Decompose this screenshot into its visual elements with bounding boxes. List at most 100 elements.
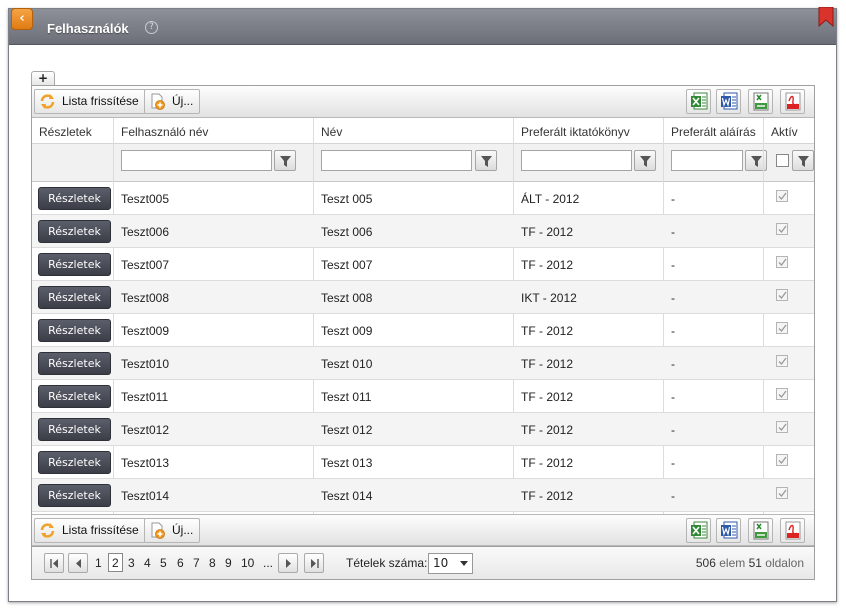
pager: 1 2 3 4 5 6 7 8 9 10 ... Tételek száma: … — [31, 547, 815, 580]
word-export-button[interactable] — [716, 89, 741, 114]
refresh-list-button-bottom[interactable]: Lista frissítése — [34, 518, 146, 543]
help-icon[interactable]: ? — [145, 21, 158, 34]
cell-username: Teszt011 — [121, 390, 169, 404]
cell-signature: - — [671, 225, 675, 239]
cell-registry: IKT - 2012 — [521, 291, 577, 305]
first-page-button[interactable] — [44, 553, 64, 573]
row-details-button[interactable]: Részletek — [38, 187, 111, 210]
word-export-button-bottom[interactable] — [716, 518, 741, 543]
table-row: Részletek Teszt010 Teszt 010 TF - 2012 - — [32, 347, 814, 380]
name-filter-button[interactable] — [475, 150, 497, 171]
last-page-button[interactable] — [304, 553, 324, 573]
page-link[interactable]: 6 — [177, 556, 184, 570]
row-details-button[interactable]: Részletek — [38, 451, 111, 474]
registry-filter-input[interactable] — [521, 150, 632, 171]
row-details-button[interactable]: Részletek — [38, 286, 111, 309]
cell-name: Teszt 007 — [321, 258, 373, 272]
new-document-icon — [151, 522, 165, 539]
name-filter-input[interactable] — [321, 150, 472, 171]
page-link[interactable]: 10 — [241, 556, 254, 570]
new-document-icon — [151, 93, 165, 110]
active-checkbox — [776, 223, 788, 235]
table-row: Részletek Teszt008 Teszt 008 IKT - 2012 … — [32, 281, 814, 314]
signature-filter-input[interactable] — [671, 150, 743, 171]
page-link[interactable]: 9 — [225, 556, 232, 570]
active-checkbox — [776, 421, 788, 433]
check-icon — [778, 423, 787, 431]
cell-username: Teszt010 — [121, 357, 170, 371]
new-user-label: Új... — [172, 523, 194, 537]
row-details-button[interactable]: Részletek — [38, 220, 111, 243]
pdf-export-button-bottom[interactable] — [780, 518, 805, 543]
total-pages: 51 — [748, 556, 762, 570]
back-button[interactable]: ‹ — [11, 8, 33, 30]
add-tab-button[interactable]: + — [31, 71, 55, 86]
users-grid: Lista frissítése Új... Részletek Felhasz… — [31, 85, 815, 547]
refresh-list-button[interactable]: Lista frissítése — [34, 89, 146, 114]
more-pages-link[interactable]: ... — [263, 556, 273, 570]
window-title: Felhasználók — [47, 21, 129, 36]
table-row: Részletek Teszt013 Teszt 013 TF - 2012 - — [32, 446, 814, 479]
pages-word: oldalon — [765, 556, 804, 570]
excel-export-button-bottom[interactable] — [686, 518, 711, 543]
page-link[interactable]: 7 — [193, 556, 200, 570]
active-filter-checkbox[interactable] — [776, 154, 789, 167]
row-details-button[interactable]: Részletek — [38, 352, 111, 375]
page-link[interactable]: 4 — [144, 556, 151, 570]
check-icon — [778, 291, 787, 299]
header-active[interactable]: Aktív — [771, 125, 798, 139]
row-details-button[interactable]: Részletek — [38, 418, 111, 441]
bottom-toolbar: Lista frissítése Új... — [32, 514, 814, 546]
header-name[interactable]: Név — [321, 125, 342, 139]
row-details-button[interactable]: Részletek — [38, 253, 111, 276]
cell-signature: - — [671, 192, 675, 206]
filter-row — [32, 144, 814, 182]
csv-export-icon — [753, 92, 769, 111]
page-link[interactable]: 5 — [160, 556, 167, 570]
page-size-select[interactable]: 10 — [428, 553, 473, 574]
row-details-button[interactable]: Részletek — [38, 385, 111, 408]
username-filter-button[interactable] — [274, 150, 296, 171]
top-toolbar: Lista frissítése Új... — [32, 86, 814, 118]
chevron-down-icon — [460, 561, 468, 566]
pdf-export-button[interactable] — [780, 89, 805, 114]
cell-name: Teszt 012 — [321, 423, 373, 437]
column-header-row: Részletek Felhasználó név Név Preferált … — [32, 118, 814, 144]
filter-icon — [280, 156, 291, 167]
cell-registry: TF - 2012 — [521, 390, 574, 404]
table-row: Részletek Teszt007 Teszt 007 TF - 2012 - — [32, 248, 814, 281]
cell-signature: - — [671, 324, 675, 338]
active-checkbox — [776, 322, 788, 334]
bookmark-icon[interactable] — [818, 7, 834, 27]
cell-username: Teszt014 — [121, 489, 170, 503]
new-user-button-bottom[interactable]: Új... — [144, 518, 201, 543]
excel-export-button[interactable] — [686, 89, 711, 114]
cell-name: Teszt 014 — [321, 489, 373, 503]
pdf-export-icon — [785, 92, 801, 111]
new-user-button[interactable]: Új... — [144, 89, 201, 114]
row-details-button[interactable]: Részletek — [38, 319, 111, 342]
prev-page-button[interactable] — [68, 553, 88, 573]
active-checkbox — [776, 355, 788, 367]
cell-username: Teszt008 — [121, 291, 170, 305]
next-page-button[interactable] — [278, 553, 298, 573]
page-link[interactable]: 8 — [209, 556, 216, 570]
csv-export-button[interactable] — [748, 89, 773, 114]
cell-registry: TF - 2012 — [521, 423, 574, 437]
cell-name: Teszt 008 — [321, 291, 373, 305]
header-username[interactable]: Felhasználó név — [121, 125, 208, 139]
active-checkbox — [776, 454, 788, 466]
header-preferred-registry[interactable]: Preferált iktatókönyv — [521, 125, 630, 139]
header-preferred-signature[interactable]: Preferált aláírás — [671, 125, 756, 139]
active-filter-button[interactable] — [792, 150, 814, 171]
page-link[interactable]: 1 — [95, 556, 102, 570]
row-details-button[interactable]: Részletek — [38, 484, 111, 507]
page-link[interactable]: 3 — [128, 556, 135, 570]
csv-export-button-bottom[interactable] — [748, 518, 773, 543]
page-size-value: 10 — [433, 556, 449, 570]
excel-export-icon — [691, 92, 708, 110]
username-filter-input[interactable] — [121, 150, 272, 171]
header-details: Részletek — [39, 125, 92, 139]
table-row: Részletek Teszt009 Teszt 009 TF - 2012 - — [32, 314, 814, 347]
registry-filter-button[interactable] — [634, 150, 656, 171]
